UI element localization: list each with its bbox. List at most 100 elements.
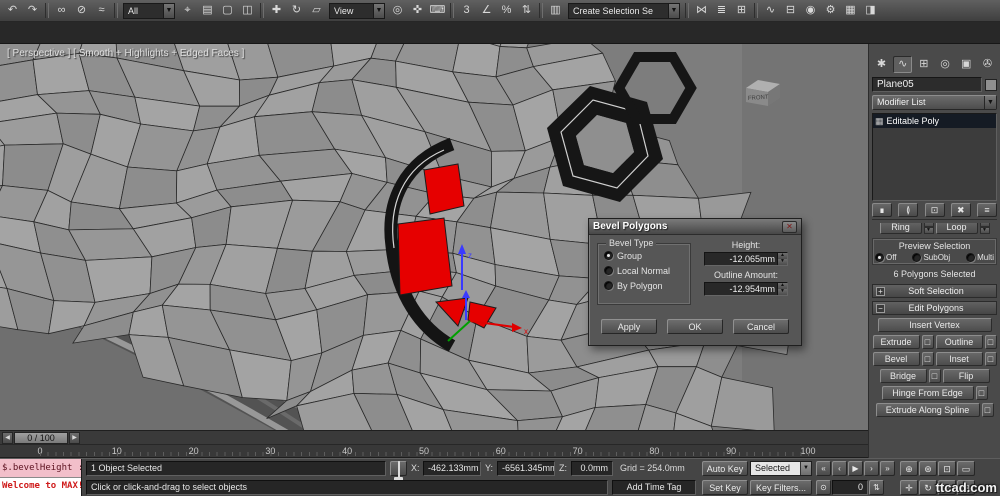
inset-settings-button[interactable]: □ (984, 352, 997, 366)
maxscript-mini-listener[interactable]: $.bevelHeight : Welcome to MAX! (0, 459, 82, 496)
modifier-list-dropdown[interactable]: Modifier List ▼ (872, 95, 997, 110)
key-mode-toggle-icon[interactable]: ⊙ (816, 480, 831, 495)
height-value[interactable]: -12.065mm (705, 253, 777, 265)
use-pivot-point-center-icon[interactable]: ◎ (388, 2, 407, 20)
outline-settings-button[interactable]: □ (984, 335, 997, 349)
hinge-from-edge-button[interactable]: Hinge From Edge (881, 386, 974, 400)
keyboard-shortcut-override-icon[interactable]: ⌨ (428, 2, 447, 20)
bevel-settings-button[interactable]: □ (921, 352, 934, 366)
preview-off-radio[interactable]: Off (875, 253, 897, 262)
orbit-icon[interactable]: ↻ (919, 480, 937, 495)
ring-button[interactable]: Ring (879, 223, 922, 234)
snaps-toggle-icon[interactable]: 3 (457, 2, 476, 20)
bevel-type-option-local-normal[interactable]: Local Normal (604, 263, 686, 278)
pan-icon[interactable]: ✛ (900, 480, 918, 495)
selection-filter-dropdown[interactable]: All ▼ (123, 2, 175, 19)
go-to-end-icon[interactable]: » (880, 461, 895, 476)
curve-editor-icon[interactable]: ∿ (761, 2, 780, 20)
collapse-icon[interactable]: − (876, 303, 885, 313)
window-crossing-icon[interactable]: ◫ (238, 2, 257, 20)
time-slider-track[interactable]: ◀ 0 / 100 ▶ (0, 430, 868, 444)
viewport-label[interactable]: [ Perspective ] [ Smooth + Highlights + … (7, 48, 244, 59)
next-frame-icon[interactable]: › (864, 461, 879, 476)
mirror-icon[interactable]: ⋈ (692, 2, 711, 20)
select-object-icon[interactable]: ⌖ (178, 2, 197, 20)
y-coord-field[interactable]: -6561.345mm (497, 461, 555, 476)
zoom-region-icon[interactable]: ▭ (957, 461, 975, 476)
radio-by-polygon[interactable] (604, 281, 613, 290)
outline-button[interactable]: Outline (935, 335, 983, 349)
spinner-snap-icon[interactable]: ⇅ (517, 2, 536, 20)
key-filters-button[interactable]: Key Filters... (750, 480, 812, 495)
named-selection-sets-dropdown[interactable]: Create Selection Se ▼ (568, 2, 680, 19)
z-coord-field[interactable]: 0.0mm (571, 461, 613, 476)
bridge-settings-button[interactable]: □ (928, 369, 941, 383)
tab-motion-icon[interactable]: ◎ (936, 56, 955, 73)
extrude-settings-button[interactable]: □ (921, 335, 934, 349)
go-to-start-icon[interactable]: « (816, 461, 831, 476)
height-field[interactable]: -12.065mm ▲ ▼ (704, 252, 788, 266)
align-icon[interactable]: ≣ (712, 2, 731, 20)
tab-modify-icon[interactable]: ∿ (893, 56, 913, 73)
redo-icon[interactable]: ↷ (23, 2, 42, 20)
track-bar-ruler[interactable]: 0 10 20 30 40 50 60 70 80 90 100 (0, 444, 868, 458)
select-and-move-icon[interactable]: ✚ (267, 2, 286, 20)
make-unique-icon[interactable]: ⊡ (924, 203, 945, 217)
bevel-button[interactable]: Bevel (872, 352, 920, 366)
edit-named-selection-sets-icon[interactable]: ▥ (546, 2, 565, 20)
bevel-type-option-group[interactable]: Group (604, 248, 686, 263)
extrude-along-spline-settings-button[interactable]: □ (981, 403, 994, 417)
insert-vertex-button[interactable]: Insert Vertex (877, 318, 992, 332)
tab-hierarchy-icon[interactable]: ⊞ (914, 56, 933, 73)
layer-manager-icon[interactable]: ⊞ (732, 2, 751, 20)
time-slider-handle[interactable]: 0 / 100 (14, 432, 68, 444)
radio-local-normal[interactable] (604, 266, 613, 275)
show-end-result-icon[interactable]: ≬ (898, 203, 919, 217)
auto-key-button[interactable]: Auto Key (702, 461, 748, 476)
tab-utilities-icon[interactable]: ✇ (978, 56, 997, 73)
dialog-title-bar[interactable]: Bevel Polygons ✕ (589, 219, 801, 235)
bind-to-space-warp-icon[interactable]: ≈ (92, 2, 111, 20)
outline-amount-value[interactable]: -12.954mm (705, 283, 777, 295)
select-by-name-icon[interactable]: ▤ (198, 2, 217, 20)
hinge-settings-button[interactable]: □ (975, 386, 988, 400)
height-spinner[interactable]: ▲ ▼ (777, 253, 787, 265)
soft-selection-rollout[interactable]: + Soft Selection (872, 284, 997, 298)
configure-modifier-sets-icon[interactable]: ≡ (977, 203, 997, 217)
ok-button[interactable]: OK (667, 319, 723, 334)
close-icon[interactable]: ✕ (782, 220, 797, 233)
undo-icon[interactable]: ↶ (3, 2, 22, 20)
schematic-view-icon[interactable]: ⊟ (781, 2, 800, 20)
extrude-along-spline-button[interactable]: Extrude Along Spline (875, 403, 980, 417)
render-production-icon[interactable]: ◨ (861, 2, 880, 20)
expand-icon[interactable]: + (876, 286, 885, 296)
bridge-button[interactable]: Bridge (879, 369, 927, 383)
loop-spinner[interactable]: ▲▼ (979, 223, 990, 234)
object-color-swatch[interactable] (985, 78, 997, 91)
ring-spinner[interactable]: ▲▼ (923, 223, 934, 234)
percent-snap-icon[interactable]: % (497, 2, 516, 20)
play-animation-icon[interactable]: ▶ (848, 461, 863, 476)
material-editor-icon[interactable]: ◉ (801, 2, 820, 20)
select-and-manipulate-icon[interactable]: ✜ (408, 2, 427, 20)
preview-subobj-radio[interactable]: SubObj (912, 253, 950, 262)
zoom-icon[interactable]: ⊕ (900, 461, 918, 476)
time-spinner-icon[interactable]: ⇅ (869, 480, 884, 495)
listener-output-line[interactable]: Welcome to MAX! (0, 478, 81, 496)
zoom-all-icon[interactable]: ⊛ (919, 461, 937, 476)
current-frame-field[interactable]: 0 (832, 480, 868, 495)
select-and-scale-icon[interactable]: ▱ (307, 2, 326, 20)
edit-polygons-rollout[interactable]: − Edit Polygons (872, 301, 997, 315)
key-selection-dropdown[interactable]: Selected ▼ (750, 461, 812, 476)
remove-modifier-icon[interactable]: ✖ (950, 203, 971, 217)
flip-button[interactable]: Flip (942, 369, 990, 383)
apply-button[interactable]: Apply (601, 319, 657, 334)
outline-amount-field[interactable]: -12.954mm ▲ ▼ (704, 282, 788, 296)
modifier-stack[interactable]: ▦ Editable Poly (872, 113, 997, 201)
previous-frame-icon[interactable]: ‹ (832, 461, 847, 476)
outline-amount-spinner[interactable]: ▲ ▼ (777, 283, 787, 295)
bevel-type-option-by-polygon[interactable]: By Polygon (604, 278, 686, 293)
time-slider-next-icon[interactable]: ▶ (69, 432, 80, 444)
time-slider-prev-icon[interactable]: ◀ (2, 432, 13, 444)
zoom-extents-icon[interactable]: ⊡ (938, 461, 956, 476)
